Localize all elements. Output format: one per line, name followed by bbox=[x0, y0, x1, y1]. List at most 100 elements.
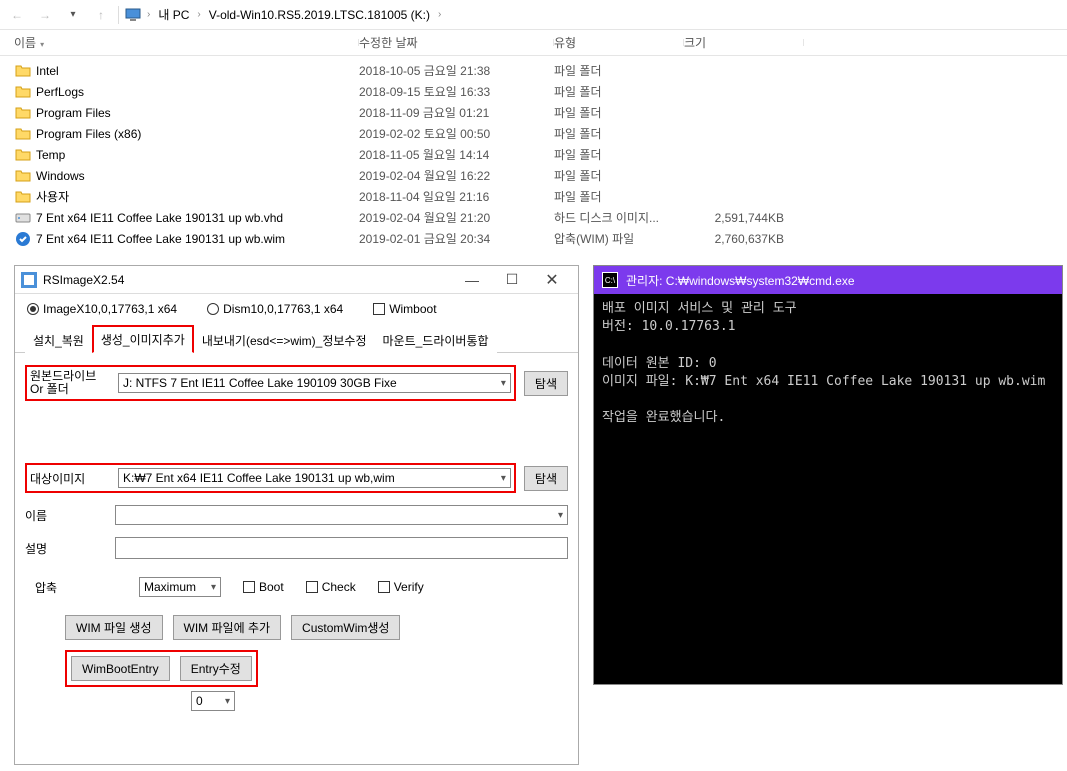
entry-edit-button[interactable]: Entry수정 bbox=[180, 656, 252, 681]
custom-wim-button[interactable]: CustomWim생성 bbox=[291, 615, 400, 640]
file-date: 2018-11-09 금요일 01:21 bbox=[359, 104, 554, 121]
file-size: 2,591,744KB bbox=[684, 211, 804, 225]
file-type: 하드 디스크 이미지... bbox=[554, 209, 684, 226]
file-type: 파일 폴더 bbox=[554, 146, 684, 163]
col-header-date[interactable]: 수정한 날짜 bbox=[359, 34, 554, 51]
file-name: Windows bbox=[36, 169, 359, 183]
create-wim-button[interactable]: WIM 파일 생성 bbox=[65, 615, 163, 640]
cmd-titlebar[interactable]: C:\ 관리자: C:₩windows₩system32₩cmd.exe bbox=[594, 266, 1062, 294]
file-name: Temp bbox=[36, 148, 359, 162]
file-list: Intel2018-10-05 금요일 21:38파일 폴더PerfLogs20… bbox=[0, 56, 1067, 253]
wimboot-entry-button[interactable]: WimBootEntry bbox=[71, 656, 170, 681]
maximize-button[interactable]: ☐ bbox=[492, 271, 532, 288]
folder-icon bbox=[14, 62, 32, 80]
file-date: 2019-02-04 월요일 16:22 bbox=[359, 167, 554, 184]
breadcrumb-pc[interactable]: 내 PC bbox=[156, 6, 191, 23]
index-select[interactable]: 0▾ bbox=[191, 691, 235, 711]
breadcrumb-drive[interactable]: V-old-Win10.RS5.2019.LTSC.181005 (K:) bbox=[207, 8, 432, 22]
label-name: 이름 bbox=[25, 507, 107, 524]
pc-icon bbox=[125, 7, 141, 23]
nav-dropdown-button[interactable]: ▾ bbox=[62, 4, 84, 26]
dropdown-icon: ▾ bbox=[40, 40, 44, 49]
desc-input[interactable] bbox=[115, 537, 568, 559]
radio-imagex[interactable]: ImageX10,0,17763,1 x64 bbox=[27, 302, 177, 316]
check-boot[interactable]: Boot bbox=[243, 580, 284, 594]
tab-export[interactable]: 내보내기(esd<=>wim)_정보수정 bbox=[194, 327, 375, 353]
window-title: RSImageX2.54 bbox=[43, 273, 452, 287]
file-date: 2018-09-15 토요일 16:33 bbox=[359, 83, 554, 100]
file-type: 파일 폴더 bbox=[554, 188, 684, 205]
tab-create[interactable]: 생성_이미지추가 bbox=[92, 325, 194, 353]
file-name: 7 Ent x64 IE11 Coffee Lake 190131 up wb.… bbox=[36, 211, 359, 225]
cmd-window: C:\ 관리자: C:₩windows₩system32₩cmd.exe 배포 … bbox=[593, 265, 1063, 685]
explorer-nav-bar: ← → ▾ ↑ › 내 PC › V-old-Win10.RS5.2019.LT… bbox=[0, 0, 1067, 30]
minimize-button[interactable]: — bbox=[452, 272, 492, 288]
chevron-icon: › bbox=[438, 9, 441, 20]
file-type: 파일 폴더 bbox=[554, 62, 684, 79]
label-compress: 압축 bbox=[35, 579, 117, 596]
rsimage-titlebar[interactable]: RSImageX2.54 — ☐ ✕ bbox=[15, 266, 578, 294]
target-select[interactable]: K:₩7 Ent x64 IE11 Coffee Lake 190131 up … bbox=[118, 468, 511, 488]
file-row[interactable]: 7 Ent x64 IE11 Coffee Lake 190131 up wb.… bbox=[0, 207, 1067, 228]
cmd-title-text: 관리자: C:₩windows₩system32₩cmd.exe bbox=[626, 272, 855, 289]
source-select[interactable]: J: NTFS 7 Ent IE11 Coffee Lake 190109 30… bbox=[118, 373, 511, 393]
file-size: 2,760,637KB bbox=[684, 232, 804, 246]
file-type: 압축(WIM) 파일 bbox=[554, 230, 684, 247]
checkbox-icon bbox=[373, 303, 385, 315]
folder-icon bbox=[14, 167, 32, 185]
options-row: 압축 Maximum▾ Boot Check Verify bbox=[25, 577, 568, 597]
file-name: 사용자 bbox=[36, 188, 359, 205]
nav-back-button[interactable]: ← bbox=[6, 4, 28, 26]
col-header-type[interactable]: 유형 bbox=[554, 34, 684, 51]
add-wim-button[interactable]: WIM 파일에 추가 bbox=[173, 615, 282, 640]
name-select[interactable]: ▾ bbox=[115, 505, 568, 525]
folder-icon bbox=[14, 125, 32, 143]
file-row[interactable]: Windows2019-02-04 월요일 16:22파일 폴더 bbox=[0, 165, 1067, 186]
folder-icon bbox=[14, 104, 32, 122]
close-button[interactable]: ✕ bbox=[532, 270, 572, 290]
compress-select[interactable]: Maximum▾ bbox=[139, 577, 221, 597]
tab-install[interactable]: 설치_복원 bbox=[25, 327, 92, 353]
nav-up-button[interactable]: ↑ bbox=[90, 4, 112, 26]
col-header-size[interactable]: 크기 bbox=[684, 34, 804, 51]
file-row[interactable]: Intel2018-10-05 금요일 21:38파일 폴더 bbox=[0, 60, 1067, 81]
file-date: 2018-11-04 일요일 21:16 bbox=[359, 188, 554, 205]
file-row[interactable]: Program Files2018-11-09 금요일 01:21파일 폴더 bbox=[0, 102, 1067, 123]
form-area: 원본드라이브 Or 폴더 J: NTFS 7 Ent IE11 Coffee L… bbox=[15, 353, 578, 723]
file-row[interactable]: Temp2018-11-05 월요일 14:14파일 폴더 bbox=[0, 144, 1067, 165]
radio-icon bbox=[207, 303, 219, 315]
tabs: 설치_복원 생성_이미지추가 내보내기(esd<=>wim)_정보수정 마운트_… bbox=[15, 324, 578, 353]
file-date: 2019-02-04 월요일 21:20 bbox=[359, 209, 554, 226]
file-date: 2019-02-01 금요일 20:34 bbox=[359, 230, 554, 247]
browse-target-button[interactable]: 탐색 bbox=[524, 466, 568, 491]
file-date: 2019-02-02 토요일 00:50 bbox=[359, 125, 554, 142]
file-type: 파일 폴더 bbox=[554, 104, 684, 121]
check-wimboot[interactable]: Wimboot bbox=[373, 302, 436, 316]
radio-dism[interactable]: Dism10,0,17763,1 x64 bbox=[207, 302, 343, 316]
tab-mount[interactable]: 마운트_드라이버통합 bbox=[375, 327, 497, 353]
nav-forward-button[interactable]: → bbox=[34, 4, 56, 26]
cmd-output[interactable]: 배포 이미지 서비스 및 관리 도구 버전: 10.0.17763.1 데이터 … bbox=[594, 294, 1062, 684]
col-header-name[interactable]: 이름▾ bbox=[14, 34, 359, 51]
file-row[interactable]: Program Files (x86)2019-02-02 토요일 00:50파… bbox=[0, 123, 1067, 144]
file-row[interactable]: PerfLogs2018-09-15 토요일 16:33파일 폴더 bbox=[0, 81, 1067, 102]
file-type: 파일 폴더 bbox=[554, 125, 684, 142]
label-source: 원본드라이브 Or 폴더 bbox=[30, 370, 112, 396]
separator bbox=[118, 6, 119, 24]
file-date: 2018-11-05 월요일 14:14 bbox=[359, 146, 554, 163]
file-row[interactable]: 사용자2018-11-04 일요일 21:16파일 폴더 bbox=[0, 186, 1067, 207]
chevron-icon: › bbox=[147, 9, 150, 20]
wim-icon bbox=[14, 230, 32, 248]
browse-source-button[interactable]: 탐색 bbox=[524, 371, 568, 396]
file-type: 파일 폴더 bbox=[554, 167, 684, 184]
radio-row: ImageX10,0,17763,1 x64 Dism10,0,17763,1 … bbox=[15, 294, 578, 324]
check-verify[interactable]: Verify bbox=[378, 580, 424, 594]
folder-icon bbox=[14, 83, 32, 101]
column-headers: 이름▾ 수정한 날짜 유형 크기 bbox=[0, 30, 1067, 56]
folder-icon bbox=[14, 146, 32, 164]
radio-icon bbox=[27, 303, 39, 315]
file-name: PerfLogs bbox=[36, 85, 359, 99]
cmd-icon: C:\ bbox=[602, 272, 618, 288]
file-row[interactable]: 7 Ent x64 IE11 Coffee Lake 190131 up wb.… bbox=[0, 228, 1067, 249]
check-check[interactable]: Check bbox=[306, 580, 356, 594]
